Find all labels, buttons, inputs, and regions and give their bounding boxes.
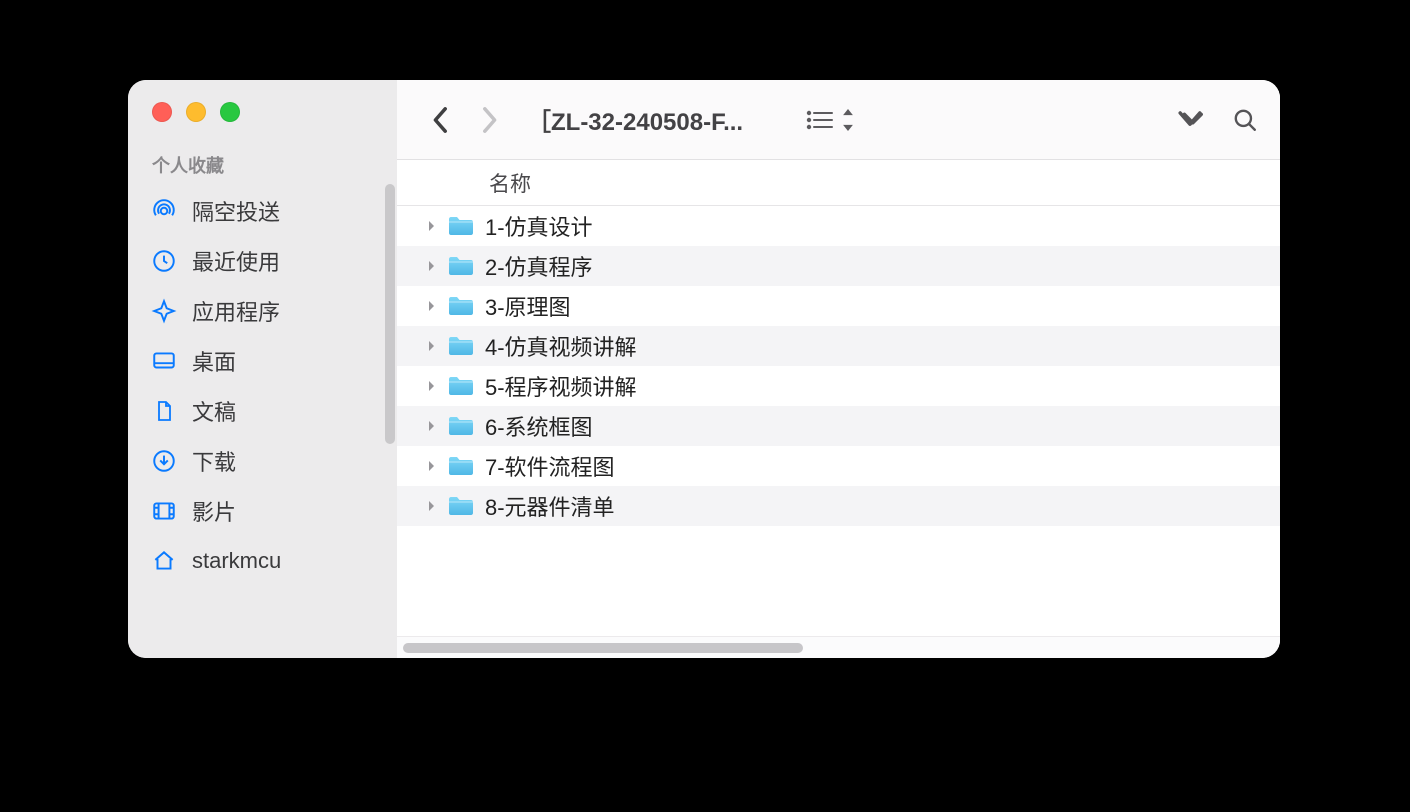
file-row[interactable]: 4-仿真视频讲解: [397, 326, 1280, 366]
file-name: 4-仿真视频讲解: [485, 330, 637, 362]
applications-icon: [150, 297, 178, 325]
sidebar-item-label: 影片: [192, 495, 236, 527]
sidebar-item-home[interactable]: starkmcu: [128, 536, 397, 586]
sidebar-item-movies[interactable]: 影片: [128, 486, 397, 536]
file-name: 5-程序视频讲解: [485, 370, 637, 402]
file-name: 8-元器件清单: [485, 490, 615, 522]
folder-icon: [447, 214, 475, 238]
disclosure-triangle-icon[interactable]: [425, 299, 439, 313]
file-row[interactable]: 1-仿真设计: [397, 206, 1280, 246]
file-row[interactable]: 7-软件流程图: [397, 446, 1280, 486]
back-button[interactable]: [421, 100, 461, 140]
file-name: 1-仿真设计: [485, 210, 593, 242]
film-icon: [150, 497, 178, 525]
zoom-button[interactable]: [220, 102, 240, 122]
finder-window: 个人收藏 隔空投送 最近使用: [128, 80, 1280, 658]
sidebar-item-recents[interactable]: 最近使用: [128, 236, 397, 286]
folder-icon: [447, 494, 475, 518]
sidebar-item-downloads[interactable]: 下载: [128, 436, 397, 486]
file-row[interactable]: 2-仿真程序: [397, 246, 1280, 286]
file-name: 6-系统框图: [485, 410, 593, 442]
column-header-name[interactable]: 名称: [397, 160, 1280, 206]
disclosure-triangle-icon[interactable]: [425, 219, 439, 233]
minimize-button[interactable]: [186, 102, 206, 122]
sidebar-item-label: 下载: [192, 445, 236, 477]
file-name: 2-仿真程序: [485, 250, 593, 282]
home-icon: [150, 547, 178, 575]
file-row[interactable]: 8-元器件清单: [397, 486, 1280, 526]
forward-button[interactable]: [469, 100, 509, 140]
sidebar-item-desktop[interactable]: 桌面: [128, 336, 397, 386]
file-name: 3-原理图: [485, 290, 571, 322]
sidebar-section-favorites: 个人收藏: [128, 134, 397, 186]
disclosure-triangle-icon[interactable]: [425, 259, 439, 273]
folder-icon: [447, 454, 475, 478]
window-title: ［ZL-32-240508-F...: [527, 102, 743, 137]
folder-icon: [447, 374, 475, 398]
sidebar-item-label: 桌面: [192, 345, 236, 377]
sidebar: 个人收藏 隔空投送 最近使用: [128, 80, 397, 658]
desktop-icon: [150, 347, 178, 375]
sidebar-items: 隔空投送 最近使用 应用程序: [128, 186, 397, 586]
file-name: 7-软件流程图: [485, 450, 615, 482]
horizontal-scrollbar-track[interactable]: [397, 636, 1280, 658]
sidebar-item-documents[interactable]: 文稿: [128, 386, 397, 436]
file-row[interactable]: 5-程序视频讲解: [397, 366, 1280, 406]
file-row[interactable]: 6-系统框图: [397, 406, 1280, 446]
view-mode-button[interactable]: [805, 109, 855, 131]
clock-icon: [150, 247, 178, 275]
close-button[interactable]: [152, 102, 172, 122]
sidebar-item-label: 隔空投送: [192, 195, 280, 227]
folder-icon: [447, 414, 475, 438]
more-button[interactable]: [1176, 110, 1204, 130]
sidebar-item-label: 应用程序: [192, 295, 280, 327]
search-button[interactable]: [1232, 107, 1258, 133]
disclosure-triangle-icon[interactable]: [425, 339, 439, 353]
file-row[interactable]: 3-原理图: [397, 286, 1280, 326]
sidebar-item-label: 最近使用: [192, 245, 280, 277]
main-area: ［ZL-32-240508-F...: [397, 80, 1280, 658]
sidebar-item-applications[interactable]: 应用程序: [128, 286, 397, 336]
disclosure-triangle-icon[interactable]: [425, 419, 439, 433]
window-controls: [128, 80, 397, 134]
horizontal-scrollbar-thumb[interactable]: [403, 643, 803, 653]
column-header-label: 名称: [489, 168, 531, 198]
chevron-up-down-icon: [841, 109, 855, 131]
folder-icon: [447, 254, 475, 278]
document-icon: [150, 397, 178, 425]
toolbar-right: [1176, 107, 1258, 133]
airdrop-icon: [150, 197, 178, 225]
sidebar-item-label: 文稿: [192, 395, 236, 427]
folder-icon: [447, 334, 475, 358]
download-icon: [150, 447, 178, 475]
toolbar: ［ZL-32-240508-F...: [397, 80, 1280, 160]
file-list: 1-仿真设计 2-仿真程序 3-原理图 4-仿真视频讲解 5-程序视频讲解 6-系统框图 7…: [397, 206, 1280, 636]
disclosure-triangle-icon[interactable]: [425, 459, 439, 473]
disclosure-triangle-icon[interactable]: [425, 379, 439, 393]
sidebar-item-airdrop[interactable]: 隔空投送: [128, 186, 397, 236]
disclosure-triangle-icon[interactable]: [425, 499, 439, 513]
folder-icon: [447, 294, 475, 318]
sidebar-scrollbar[interactable]: [385, 184, 395, 444]
sidebar-item-label: starkmcu: [192, 548, 281, 574]
